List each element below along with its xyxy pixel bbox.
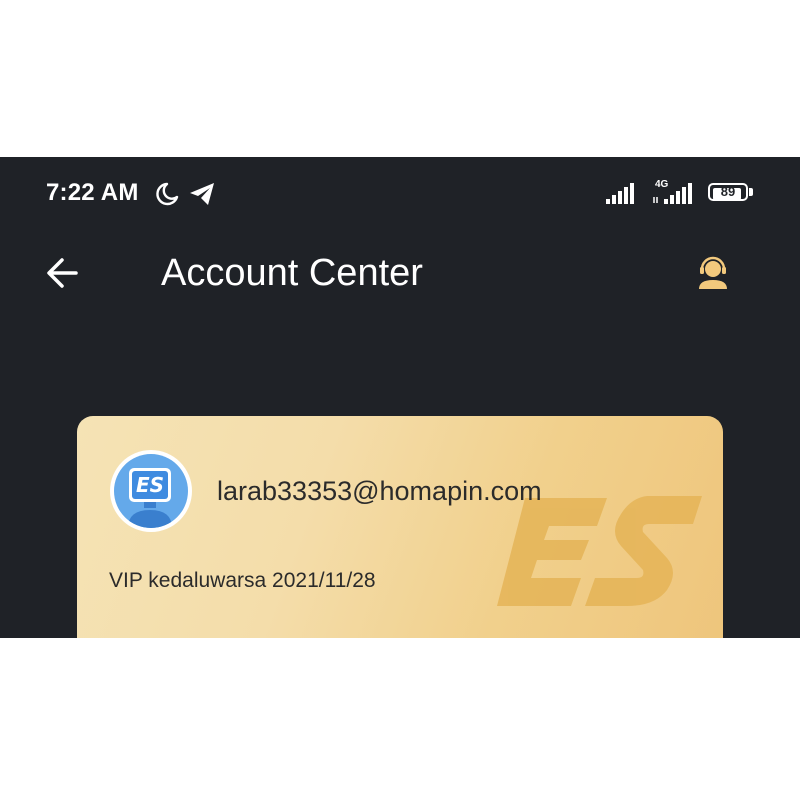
page-title: Account Center [161,252,423,294]
signal-icon [606,183,634,204]
svg-text:ES: ES [136,473,164,497]
signal-icon [653,183,692,204]
vip-account-card: ES larab33353@homapin.com VIP kedaluwars… [77,416,723,638]
user-email: larab33353@homapin.com [217,476,542,506]
es-logo-avatar: ES [128,468,172,528]
moon-icon [156,182,179,206]
avatar[interactable]: ES [110,450,192,532]
vip-expiry-text: VIP kedaluwarsa 2021/11/28 [109,569,376,592]
toolbar: Account Center [0,229,800,315]
app-screen: 7:22 AM 4G 89 Account Center ES larab333… [0,157,800,638]
battery-percentage: 89 [720,184,736,199]
battery-icon: 89 [708,183,756,203]
status-bar: 7:22 AM 4G 89 [0,157,800,229]
telegram-icon [190,183,214,205]
es-logo-watermark [497,496,702,606]
status-time: 7:22 AM [46,179,139,206]
customer-service-icon [699,256,727,289]
customer-service-button[interactable] [690,251,736,297]
back-button[interactable] [36,247,88,299]
arrow-left-icon [47,258,78,288]
